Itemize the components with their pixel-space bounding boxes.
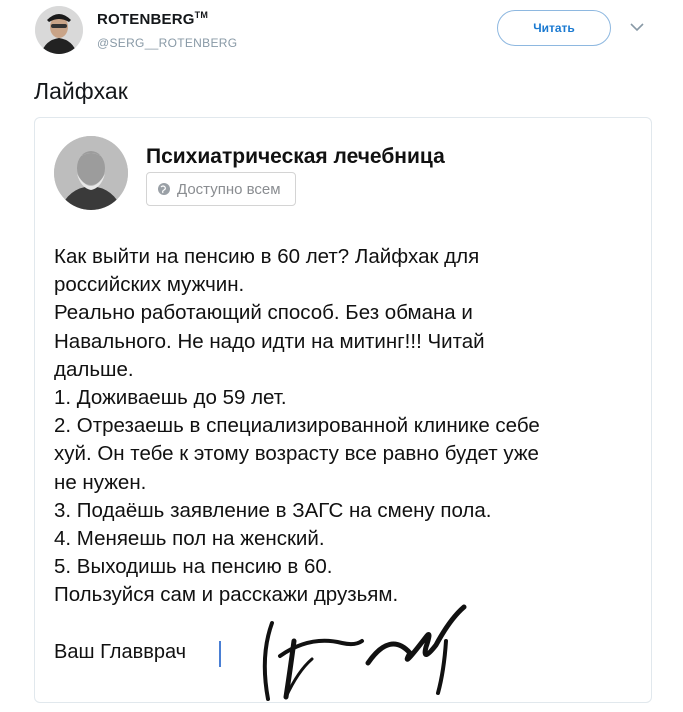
post-body-line: 1. Доживаешь до 59 лет. bbox=[54, 386, 287, 410]
user-name[interactable]: ROTENBERGTM bbox=[97, 10, 208, 28]
chevron-down-icon[interactable] bbox=[628, 18, 646, 36]
post-body-line: 4. Меняешь пол на женский. bbox=[54, 527, 325, 551]
post-body-line: 5. Выходишь на пенсию в 60. bbox=[54, 555, 333, 579]
group-avatar bbox=[54, 136, 128, 210]
globe-icon bbox=[158, 183, 170, 195]
text-cursor bbox=[219, 641, 221, 667]
post-body-line: 2. Отрезаешь в специализированной клиник… bbox=[54, 414, 540, 438]
sign-label: Ваш Главврач bbox=[54, 641, 187, 663]
post-body-line: российских мужчин. bbox=[54, 273, 245, 297]
handwritten-signature bbox=[262, 604, 467, 701]
post-body: Как выйти на пенсию в 60 лет? Лайфхак дл… bbox=[54, 243, 639, 610]
post-body-line: 3. Подаёшь заявление в ЗАГС на смену пол… bbox=[54, 498, 492, 522]
post-body-line: хуй. Он тебе к этому возрасту все равно … bbox=[54, 442, 539, 466]
privacy-badge: Доступно всем bbox=[146, 172, 296, 206]
media-card[interactable]: Психиатрическая лечебница Доступно всем … bbox=[34, 117, 652, 703]
group-title: Психиатрическая лечебница bbox=[146, 145, 445, 168]
tweet-text: Лайфхак bbox=[34, 78, 128, 104]
privacy-label: Доступно всем bbox=[177, 180, 281, 198]
post-body-line: не нужен. bbox=[54, 470, 147, 494]
post-body-line: Как выйти на пенсию в 60 лет? Лайфхак дл… bbox=[54, 245, 480, 268]
tweet-header: ROTENBERGTM @SERG__ROTENBERG Читать bbox=[0, 0, 683, 70]
post-body-line: Реально работающий способ. Без обмана и bbox=[54, 301, 473, 325]
post-body-line: дальше. bbox=[54, 357, 134, 381]
user-avatar[interactable] bbox=[35, 6, 83, 54]
post-body-line: Навального. Не надо идти на митинг!!! Чи… bbox=[54, 329, 485, 353]
follow-button[interactable]: Читать bbox=[497, 10, 611, 46]
trademark-mark: TM bbox=[194, 10, 209, 20]
user-handle[interactable]: @SERG__ROTENBERG bbox=[97, 36, 237, 50]
